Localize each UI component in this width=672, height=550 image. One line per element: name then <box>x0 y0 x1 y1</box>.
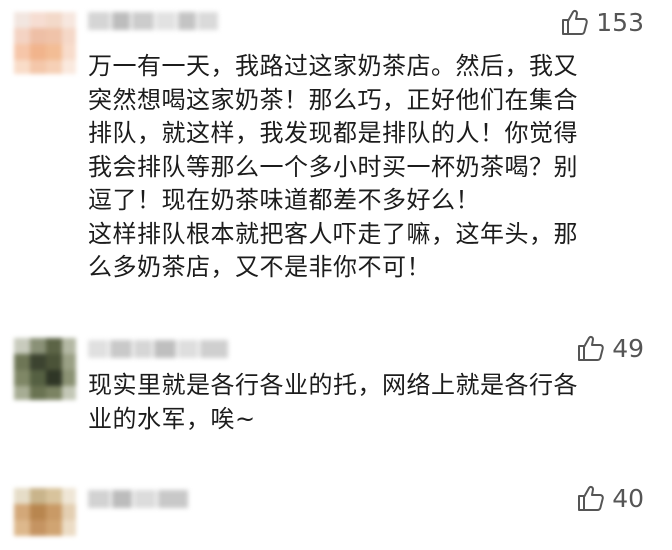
avatar[interactable] <box>14 338 76 400</box>
like-button[interactable]: 49 <box>576 332 644 364</box>
comment-text: 万一有一天，我路过这家奶茶店。然后，我又 突然想喝这家奶茶！那么巧，正好他们在集… <box>88 50 648 285</box>
like-button[interactable]: 153 <box>560 6 644 38</box>
comment-line: 业的水军，唉~ <box>88 404 256 433</box>
comment-line: 排队，就这样，我发现都是排队的人！你觉得 <box>88 119 578 147</box>
comment-line: 万一有一天，我路过这家奶茶店。然后，我又 <box>88 52 578 80</box>
avatar[interactable] <box>14 12 76 74</box>
username[interactable] <box>88 12 218 30</box>
like-count: 153 <box>596 7 644 37</box>
username[interactable] <box>88 340 228 358</box>
thumbs-up-icon <box>560 7 590 37</box>
like-button[interactable]: 40 <box>576 482 644 514</box>
like-count: 40 <box>612 483 644 513</box>
comment-line: 突然想喝这家奶茶！那么巧，正好他们在集合 <box>88 85 578 114</box>
like-count: 49 <box>612 333 644 363</box>
comment-line: 逗了！现在奶茶味道都差不多好么！ <box>88 186 480 214</box>
comment-line: 现实里就是各行各业的托，网络上就是各行各 <box>88 371 578 399</box>
thumbs-up-icon <box>576 333 606 363</box>
thumbs-up-icon <box>576 483 606 513</box>
avatar[interactable] <box>14 488 76 550</box>
username[interactable] <box>88 490 188 508</box>
comment-line: 这样排队根本就把客人吓走了嘛，这年头，那 <box>88 219 578 248</box>
comment-line: 我会排队等那么一个多小时买一杯奶茶喝？别 <box>88 152 578 181</box>
comment-line: 么多奶茶店，又不是非你不可！ <box>88 253 431 281</box>
comment-text: 现实里就是各行各业的托，网络上就是各行各 业的水军，唉~ <box>88 369 648 436</box>
